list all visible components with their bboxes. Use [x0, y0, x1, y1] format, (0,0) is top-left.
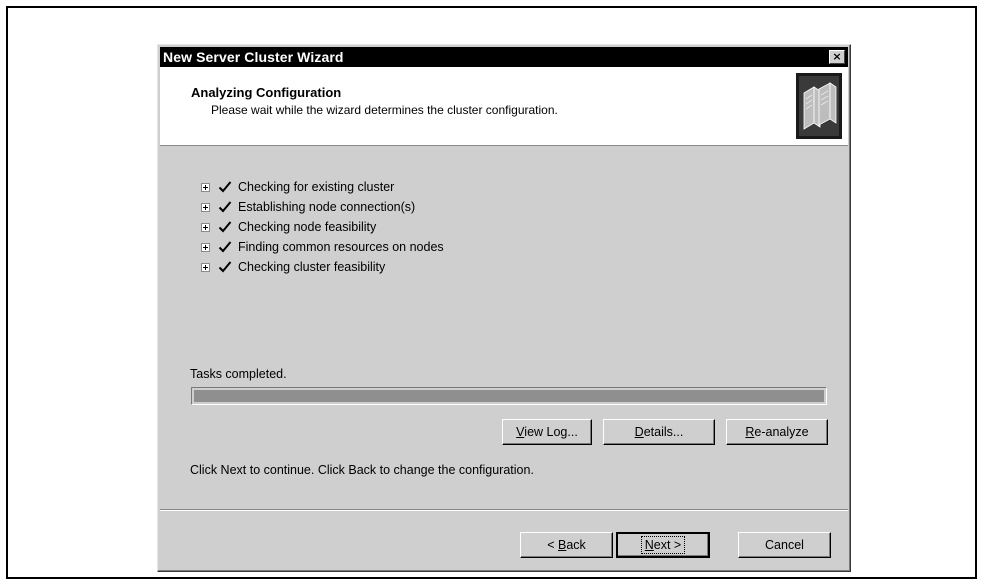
- check-icon: [218, 221, 232, 233]
- wizard-dialog: New Server Cluster Wizard × Analyzing Co…: [157, 44, 851, 572]
- task-tree: Checking for existing cluster Establishi…: [201, 177, 444, 277]
- focus-rect: Next >: [640, 536, 686, 554]
- progress-status: Tasks completed.: [190, 367, 287, 381]
- progress-fill: [194, 390, 824, 402]
- tree-item[interactable]: Establishing node connection(s): [201, 197, 444, 217]
- server-cluster-icon: [796, 73, 842, 139]
- back-button[interactable]: < Back: [520, 532, 613, 558]
- tree-item[interactable]: Checking node feasibility: [201, 217, 444, 237]
- check-icon: [218, 241, 232, 253]
- close-icon: ×: [832, 50, 842, 63]
- expand-icon[interactable]: [201, 262, 210, 272]
- tree-item-label: Checking cluster feasibility: [238, 260, 386, 274]
- cancel-button[interactable]: Cancel: [738, 532, 831, 558]
- close-button[interactable]: ×: [829, 50, 845, 64]
- title-bar[interactable]: New Server Cluster Wizard ×: [160, 47, 848, 67]
- tree-item[interactable]: Checking for existing cluster: [201, 177, 444, 197]
- view-log-button[interactable]: View Log...: [502, 419, 592, 445]
- tree-item-label: Finding common resources on nodes: [238, 240, 444, 254]
- window-title: New Server Cluster Wizard: [163, 49, 344, 65]
- tree-item[interactable]: Checking cluster feasibility: [201, 257, 444, 277]
- next-button[interactable]: Next >: [616, 532, 710, 558]
- separator: [160, 509, 848, 511]
- tree-item-label: Establishing node connection(s): [238, 200, 416, 214]
- page-title: Analyzing Configuration: [191, 85, 342, 100]
- expand-icon[interactable]: [201, 222, 210, 232]
- check-icon: [218, 261, 232, 273]
- check-icon: [218, 201, 232, 213]
- tree-item-label: Checking for existing cluster: [238, 180, 395, 194]
- figure-frame: New Server Cluster Wizard × Analyzing Co…: [6, 6, 977, 579]
- page-subtitle: Please wait while the wizard determines …: [211, 103, 558, 117]
- details-button[interactable]: Details...: [603, 419, 715, 445]
- expand-icon[interactable]: [201, 242, 210, 252]
- tree-item-label: Checking node feasibility: [238, 220, 377, 234]
- progress-bar: [191, 387, 827, 405]
- expand-icon[interactable]: [201, 182, 210, 192]
- tree-item[interactable]: Finding common resources on nodes: [201, 237, 444, 257]
- check-icon: [218, 181, 232, 193]
- wizard-header: Analyzing Configuration Please wait whil…: [160, 67, 848, 146]
- instruction-text: Click Next to continue. Click Back to ch…: [190, 463, 534, 477]
- expand-icon[interactable]: [201, 202, 210, 212]
- reanalyze-button[interactable]: Re-analyze: [726, 419, 828, 445]
